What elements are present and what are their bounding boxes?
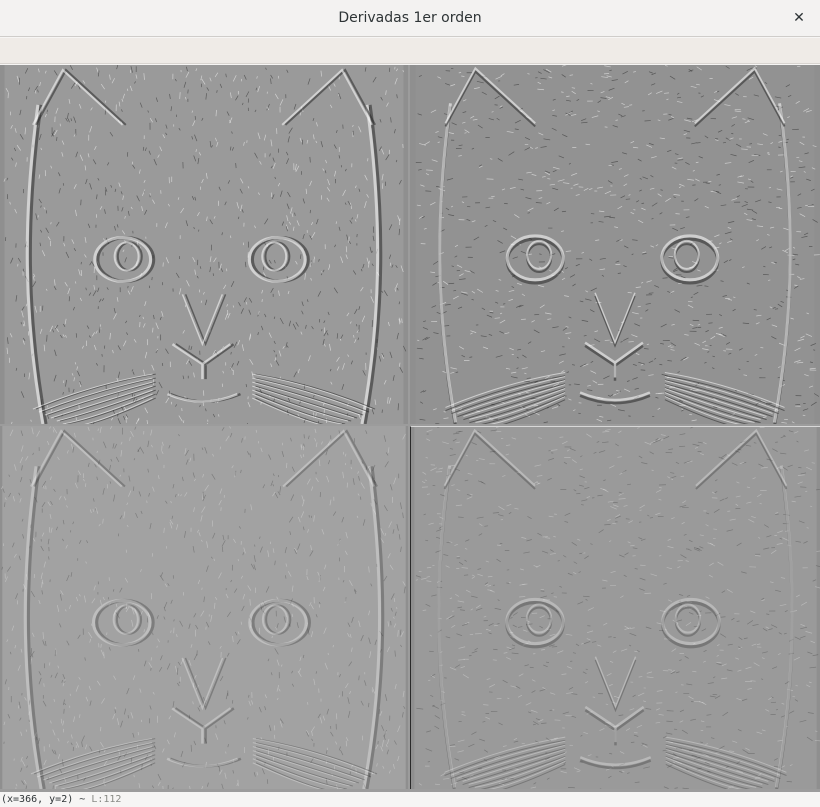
image-canvas[interactable] [0, 65, 820, 792]
window-title: Derivadas 1er orden [338, 10, 482, 26]
close-icon[interactable]: ✕ [790, 9, 808, 27]
derivative-y-panel [410, 65, 820, 424]
luma-value: L:112 [91, 794, 122, 805]
toolbar [0, 38, 820, 64]
title-bar: Derivadas 1er orden ✕ [0, 0, 820, 37]
derivative-y-image [415, 65, 820, 424]
derivative-x-panel [0, 65, 408, 424]
derivative-x-image [3, 65, 407, 424]
cursor-coordinates: (x=366, y=2) ~ [1, 794, 92, 805]
derivative-x-scaled-panel [0, 426, 408, 789]
derivative-y-scaled-panel [410, 426, 820, 789]
derivative-y-scaled-image [414, 427, 820, 789]
status-bar: (x=366, y=2) ~ L:112 [0, 792, 820, 807]
derivative-x-scaled-image [0, 426, 406, 789]
